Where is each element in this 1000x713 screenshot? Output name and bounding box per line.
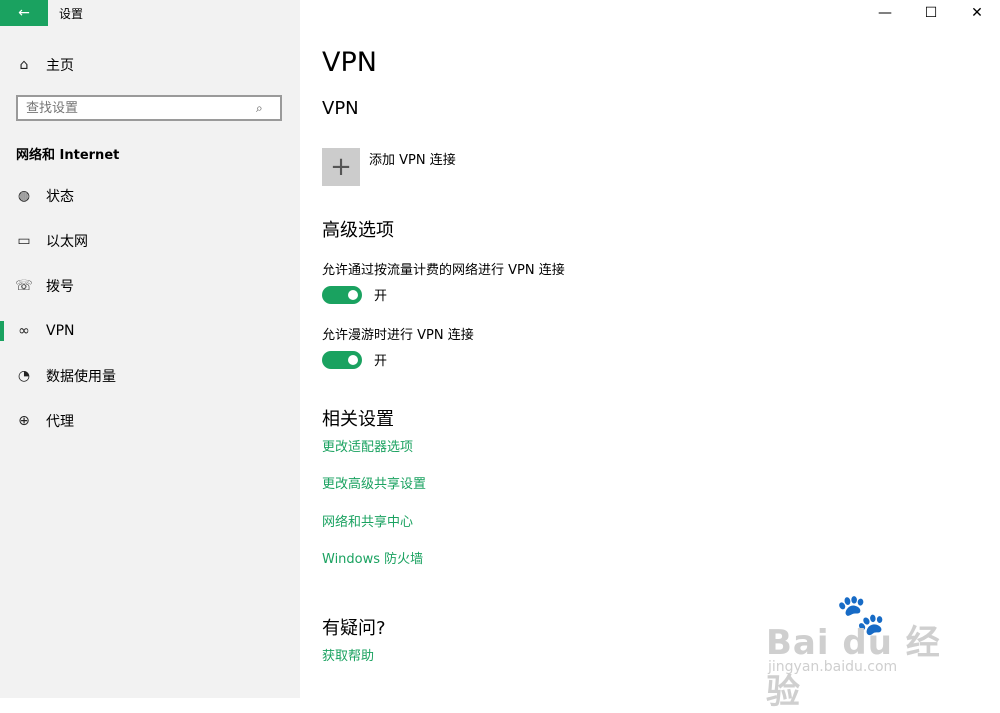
ethernet-icon: ▭: [17, 233, 31, 249]
toggle-state-label: 开: [374, 354, 388, 369]
search-input[interactable]: [18, 99, 256, 117]
sidebar: ← 设置 ⌂ 主页 ⌕ 网络和 Internet ◍ 状态 ▭ 以太网 ☏ 拨号…: [0, 0, 300, 698]
add-vpn-label: 添加 VPN 连接: [369, 153, 456, 168]
section-label: 网络和 Internet: [16, 148, 120, 163]
roaming-vpn-label: 允许漫游时进行 VPN 连接: [322, 328, 474, 343]
related-settings-title: 相关设置: [322, 409, 394, 430]
search-icon[interactable]: ⌕: [256, 101, 274, 116]
back-button[interactable]: ←: [0, 0, 48, 26]
metered-vpn-toggle-row: 开: [322, 285, 387, 304]
app-title: 设置: [59, 7, 84, 21]
sidebar-item-label: 代理: [46, 414, 74, 430]
metered-vpn-toggle[interactable]: [322, 285, 362, 304]
sidebar-item-data-usage[interactable]: ◔ 数据使用量: [0, 356, 300, 396]
sidebar-item-label: 拨号: [46, 279, 74, 295]
plus-icon: +: [322, 148, 360, 186]
link-advanced-sharing[interactable]: 更改高级共享设置: [322, 473, 426, 492]
add-vpn-button[interactable]: + 添加 VPN 连接: [322, 148, 456, 186]
baidu-watermark: 🐾 Bai du 经验 jingyan.baidu.com: [766, 592, 966, 712]
link-adapter-options[interactable]: 更改适配器选项: [322, 436, 413, 455]
sidebar-item-proxy[interactable]: ⊕ 代理: [0, 401, 300, 441]
sidebar-item-dialup[interactable]: ☏ 拨号: [0, 266, 300, 306]
vpn-section-title: VPN: [322, 98, 359, 119]
sidebar-item-label: 主页: [46, 58, 74, 74]
globe-status-icon: ◍: [17, 188, 31, 204]
sidebar-item-vpn[interactable]: ∞ VPN: [0, 311, 300, 351]
roaming-vpn-toggle[interactable]: [322, 350, 362, 369]
toggle-state-label: 开: [374, 289, 388, 304]
sidebar-item-label: 以太网: [46, 234, 88, 250]
link-get-help[interactable]: 获取帮助: [322, 645, 374, 664]
help-title: 有疑问?: [322, 618, 386, 639]
roaming-vpn-toggle-row: 开: [322, 350, 387, 369]
sidebar-item-status[interactable]: ◍ 状态: [0, 176, 300, 216]
search-box[interactable]: ⌕: [16, 95, 282, 121]
sidebar-item-label: VPN: [46, 323, 75, 339]
dialup-icon: ☏: [15, 278, 33, 294]
sidebar-item-ethernet[interactable]: ▭ 以太网: [0, 221, 300, 261]
page-title: VPN: [322, 47, 377, 78]
sidebar-item-label: 状态: [46, 189, 74, 205]
sidebar-item-label: 数据使用量: [46, 369, 116, 385]
advanced-options-title: 高级选项: [322, 220, 394, 241]
vpn-icon: ∞: [18, 323, 30, 339]
metered-vpn-label: 允许通过按流量计费的网络进行 VPN 连接: [322, 263, 565, 278]
link-windows-firewall[interactable]: Windows 防火墙: [322, 548, 423, 567]
watermark-url: jingyan.baidu.com: [768, 659, 898, 675]
link-network-sharing-center[interactable]: 网络和共享中心: [322, 511, 413, 530]
arrow-left-icon: ←: [18, 5, 30, 21]
globe-proxy-icon: ⊕: [18, 413, 30, 429]
data-usage-icon: ◔: [17, 368, 31, 384]
sidebar-item-home[interactable]: ⌂ 主页: [0, 45, 300, 85]
home-icon: ⌂: [19, 57, 29, 73]
